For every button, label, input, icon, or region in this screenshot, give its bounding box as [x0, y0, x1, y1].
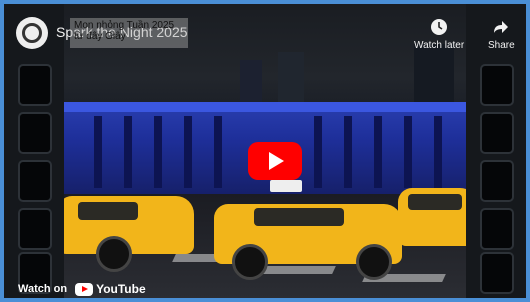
share-arrow-icon [494, 21, 509, 33]
building-column [94, 116, 102, 188]
building-column [374, 116, 382, 188]
building-column [214, 116, 222, 188]
taxi-wheel [356, 244, 392, 280]
taxi-left [64, 196, 194, 272]
film-hole [480, 252, 514, 294]
skyline-tower [240, 60, 262, 104]
building-cornice [64, 102, 466, 112]
play-icon [269, 152, 284, 170]
building-column [314, 116, 322, 188]
film-hole [18, 112, 52, 154]
crosswalk-stripe [262, 266, 336, 274]
caption-overlay: Mon nhỏng Tuần 2025 từ đây Glây [70, 18, 188, 48]
video-player[interactable]: Spark the Night 2025 Mon nhỏng Tuần 2025… [4, 4, 526, 298]
film-hole [18, 208, 52, 250]
watch-on-label: Watch on [18, 283, 68, 295]
skyline-tower [414, 44, 454, 104]
taxi-center [214, 204, 402, 280]
watch-on-youtube-link[interactable]: Watch on YouTube [18, 282, 146, 296]
skyline-tower [278, 52, 304, 104]
embed-frame: Spark the Night 2025 Mon nhỏng Tuần 2025… [0, 0, 530, 302]
youtube-logo-icon [75, 282, 94, 296]
taxi-window [78, 202, 138, 220]
play-button[interactable] [248, 142, 302, 180]
watch-later-label: Watch later [414, 40, 465, 51]
taxi-wheel [232, 244, 268, 280]
building-column [124, 116, 132, 188]
building-column [434, 116, 442, 188]
taxi-window [254, 208, 344, 226]
share-label: Share [488, 40, 515, 51]
watch-later-button[interactable]: Watch later [414, 18, 464, 51]
taxi-window [408, 194, 462, 210]
film-hole [18, 64, 52, 106]
building-column [154, 116, 162, 188]
film-hole [480, 112, 514, 154]
channel-avatar-icon[interactable] [16, 17, 48, 49]
clock-icon [431, 19, 448, 35]
share-button[interactable]: Share [488, 18, 515, 51]
youtube-label: YouTube [96, 282, 146, 296]
building-column [184, 116, 192, 188]
film-hole [18, 160, 52, 202]
building-column [344, 116, 352, 188]
film-hole [480, 208, 514, 250]
street-sign [270, 180, 302, 192]
taxi-wheel [96, 236, 132, 272]
building-column [404, 116, 412, 188]
film-hole [480, 64, 514, 106]
taxi-right [398, 188, 466, 246]
film-hole [480, 160, 514, 202]
